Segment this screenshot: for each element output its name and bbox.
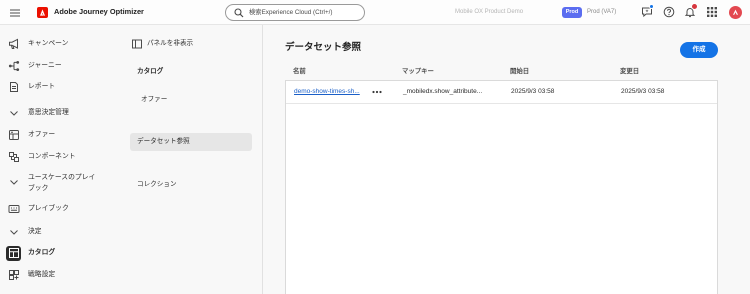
- search-icon: [234, 8, 244, 18]
- map-key-cell: _mobiledx.show_attribute...: [403, 88, 483, 95]
- sidebar-section-decisions[interactable]: 決定: [0, 224, 105, 240]
- sidebar-item-label: カタログ: [28, 249, 56, 256]
- help-icon[interactable]: [663, 6, 675, 18]
- subnav-section-title: カタログ: [137, 68, 164, 75]
- campaign-icon: [8, 38, 20, 50]
- subnav-item-collections[interactable]: コレクション: [137, 180, 177, 190]
- sidebar-section-label: 決定: [28, 228, 42, 235]
- sidebar-section-use-case-playbooks[interactable]: ユースケースのプレイブック: [0, 172, 105, 194]
- sidebar-item-campaigns[interactable]: キャンペーン: [0, 36, 105, 52]
- chevron-down-icon: [8, 107, 20, 119]
- sidebar-item-label: オファー: [28, 131, 56, 138]
- sidebar-section-decision-management[interactable]: 意思決定管理: [0, 105, 105, 121]
- sidebar-item-catalog[interactable]: カタログ: [0, 245, 105, 261]
- page-title: データセット参照: [285, 42, 362, 53]
- notification-badge: [691, 3, 698, 10]
- search-box[interactable]: [225, 4, 365, 21]
- sidebar-item-label: コンポーネント: [28, 153, 76, 160]
- environment-badge: Prod: [562, 7, 582, 18]
- sidebar-item-components[interactable]: コンポーネント: [0, 149, 105, 165]
- panel-divider: [262, 25, 263, 294]
- strategy-icon: [8, 269, 20, 281]
- whats-new-badge: [649, 4, 654, 9]
- hide-panel-button[interactable]: パネルを非表示: [147, 39, 193, 49]
- subnav-item-label: データセット参照: [137, 138, 190, 145]
- subnav-item-dataset-lookup[interactable]: データセット参照: [130, 133, 252, 151]
- avatar-icon[interactable]: [729, 6, 742, 19]
- table-row[interactable]: demo-show-times-sh... _mobiledx.show_att…: [286, 81, 717, 104]
- component-icon: [8, 151, 20, 163]
- playbook-icon: [8, 203, 20, 215]
- column-header-modified-date[interactable]: 変更日: [620, 67, 639, 77]
- sidebar-item-label: プレイブック: [28, 205, 69, 212]
- sidebar-item-label: 戦略設定: [28, 271, 56, 278]
- panel-icon[interactable]: [131, 38, 143, 50]
- column-header-name[interactable]: 名前: [293, 67, 306, 77]
- catalog-icon: [6, 245, 21, 261]
- journey-icon: [8, 60, 20, 72]
- chevron-down-icon: [8, 226, 20, 238]
- modified-date-cell: 2025/9/3 03:58: [621, 88, 665, 95]
- sandbox-switcher[interactable]: Prod (VA7): [587, 8, 616, 17]
- sidebar-item-strategy-setup[interactable]: 戦略設定: [0, 267, 105, 283]
- report-icon: [8, 81, 20, 93]
- subnav-item-offers[interactable]: オファー: [141, 95, 167, 105]
- hamburger-icon[interactable]: [9, 7, 21, 19]
- sidebar-item-playbooks[interactable]: プレイブック: [0, 201, 105, 217]
- column-header-start-date[interactable]: 開始日: [510, 67, 529, 77]
- column-header-map-key[interactable]: マップキー: [402, 67, 434, 77]
- search-input[interactable]: [249, 7, 361, 18]
- dataset-name-link[interactable]: demo-show-times-sh...: [294, 87, 360, 97]
- sidebar-item-label: レポート: [28, 83, 56, 90]
- create-button[interactable]: 作成: [680, 42, 718, 58]
- sidebar-section-label: ユースケースのプレイブック: [28, 174, 96, 192]
- top-bar: Adobe Journey Optimizer Mobile OX Produc…: [0, 0, 750, 25]
- offer-icon: [8, 129, 20, 141]
- org-switcher[interactable]: Mobile OX Product Demo: [455, 8, 523, 17]
- app-title[interactable]: Adobe Journey Optimizer: [54, 7, 144, 17]
- sidebar-item-label: ジャーニー: [28, 62, 62, 69]
- apps-grid-icon[interactable]: [707, 7, 717, 17]
- start-date-cell: 2025/9/3 03:58: [511, 88, 555, 95]
- dataset-table: demo-show-times-sh... _mobiledx.show_att…: [285, 80, 718, 294]
- sidebar-section-label: 意思決定管理: [28, 109, 69, 116]
- sidebar-item-offers[interactable]: オファー: [0, 127, 105, 143]
- adobe-logo-icon[interactable]: [37, 7, 48, 18]
- sidebar-item-label: キャンペーン: [28, 40, 69, 47]
- chevron-down-icon: [8, 176, 20, 188]
- sidebar-item-reports[interactable]: レポート: [0, 79, 105, 95]
- more-actions-icon[interactable]: [372, 90, 382, 94]
- sidebar-item-journeys[interactable]: ジャーニー: [0, 58, 105, 74]
